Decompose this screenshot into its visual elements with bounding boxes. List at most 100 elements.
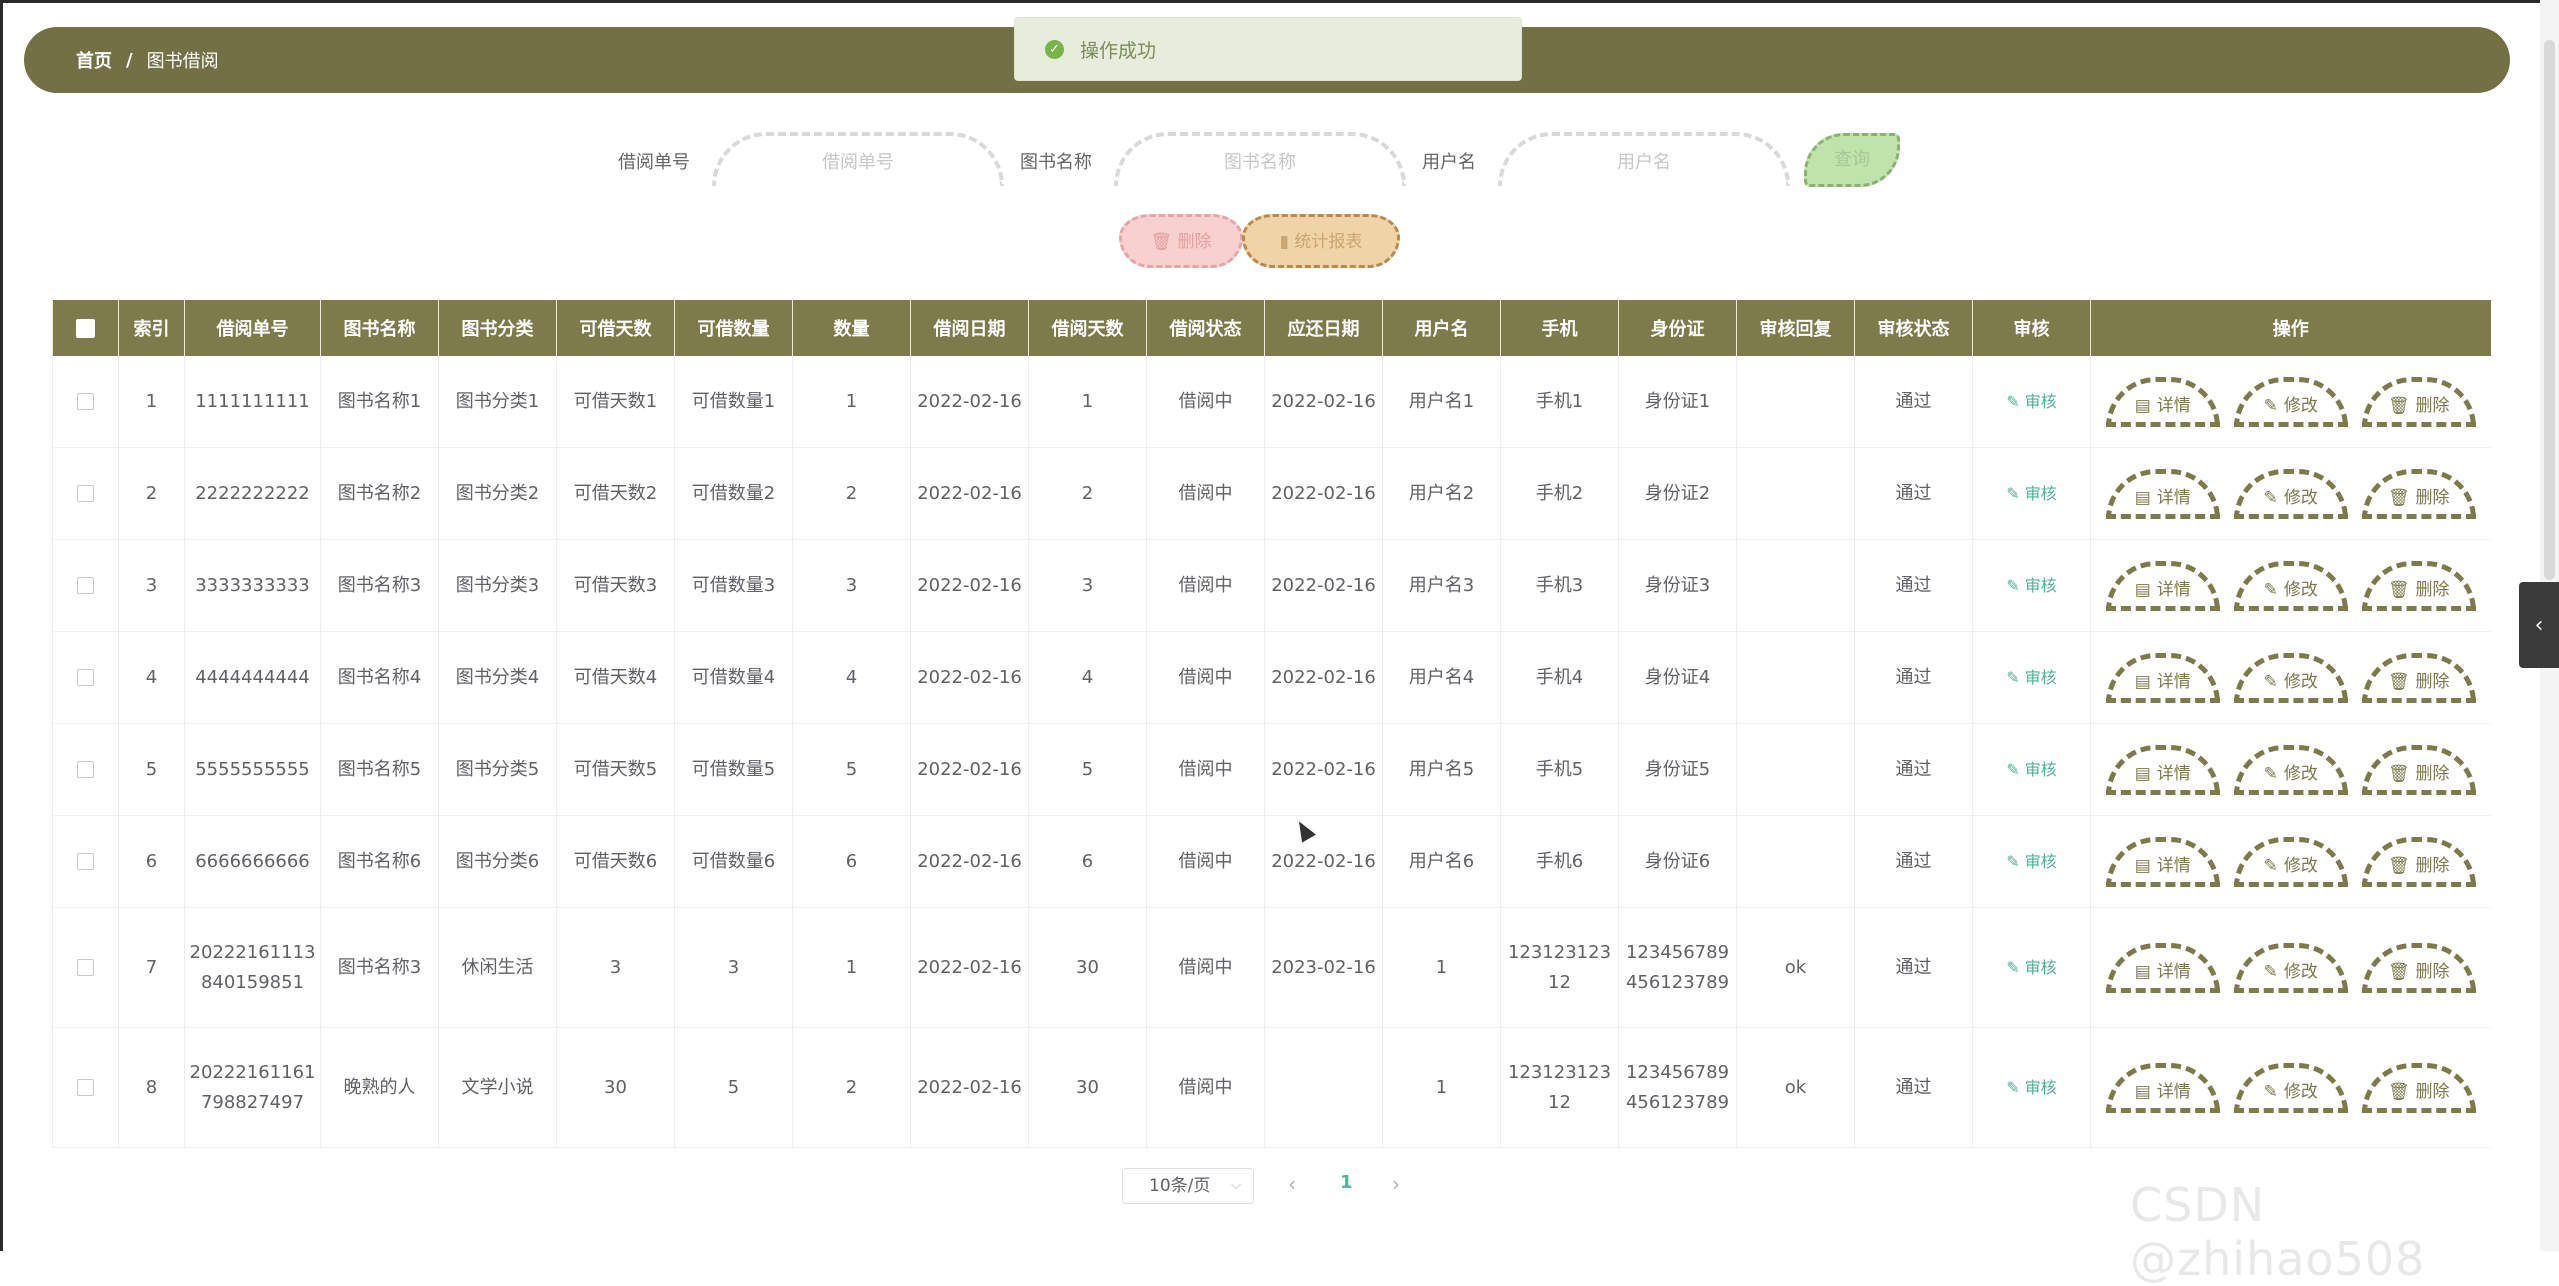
detail-button[interactable]: ▤ 详情: [2105, 744, 2220, 795]
cell-phone: 手机1: [1500, 356, 1619, 448]
borrow-no-input[interactable]: 借阅单号: [712, 132, 1004, 186]
breadcrumb-separator: /: [126, 49, 133, 71]
cell-username: 1: [1382, 907, 1501, 1028]
cell-audit: ✎ 审核: [1972, 356, 2091, 448]
chevron-down-icon: ⌵: [1231, 1178, 1241, 1193]
batch-delete-button[interactable]: 🗑 删除: [1119, 214, 1243, 268]
row-checkbox[interactable]: [77, 853, 94, 870]
cell-status: 借阅中: [1146, 356, 1265, 448]
detail-button-label: 详情: [2156, 855, 2191, 876]
page-size-select[interactable]: 10条/页 ⌵: [1122, 1168, 1254, 1204]
cell-audit-status: 通过: [1854, 723, 1973, 816]
cell-audit: ✎ 审核: [1972, 723, 2091, 816]
delete-button[interactable]: 🗑 删除: [2361, 836, 2476, 887]
cell-id-card: 身份证4: [1618, 631, 1737, 724]
edit-pen-icon: ✎: [2006, 667, 2020, 687]
bar-chart-icon: ▮: [1279, 232, 1289, 252]
breadcrumb-home[interactable]: 首页: [76, 47, 112, 73]
row-checkbox[interactable]: [77, 1079, 94, 1096]
document-icon: ▤: [2134, 487, 2151, 508]
edit-pen-icon: ✎: [2006, 1077, 2020, 1097]
detail-button[interactable]: ▤ 详情: [2105, 560, 2220, 611]
username-input[interactable]: 用户名: [1498, 132, 1790, 186]
audit-link[interactable]: ✎ 审核: [2006, 958, 2057, 977]
row-checkbox[interactable]: [77, 485, 94, 502]
delete-button[interactable]: 🗑 删除: [2361, 1062, 2476, 1113]
document-icon: ▤: [2134, 961, 2151, 982]
delete-button[interactable]: 🗑 删除: [2361, 942, 2476, 993]
edit-button[interactable]: ✎ 修改: [2233, 560, 2348, 611]
cell-category: 文学小说: [438, 1027, 557, 1148]
table-row: 6 6666666666 图书名称6 图书分类6 可借天数6 可借数量6 6 2…: [52, 815, 2491, 908]
row-checkbox[interactable]: [77, 577, 94, 594]
prev-page-icon[interactable]: ‹: [1288, 1172, 1296, 1196]
book-name-input[interactable]: 图书名称: [1114, 132, 1406, 186]
select-all-checkbox[interactable]: [76, 319, 95, 338]
cell-status: 借阅中: [1146, 539, 1265, 632]
edit-button[interactable]: ✎ 修改: [2233, 1062, 2348, 1113]
edit-pen-icon: ✎: [2263, 855, 2278, 876]
delete-button[interactable]: 🗑 删除: [2361, 468, 2476, 519]
edit-button[interactable]: ✎ 修改: [2233, 744, 2348, 795]
scrollbar-thumb[interactable]: [2544, 40, 2555, 580]
edit-button[interactable]: ✎ 修改: [2233, 468, 2348, 519]
edit-button[interactable]: ✎ 修改: [2233, 652, 2348, 703]
book-name-label: 图书名称: [1020, 152, 1092, 173]
edit-pen-icon: ✎: [2263, 671, 2278, 692]
cell-id-card: 身份证6: [1618, 815, 1737, 908]
audit-link[interactable]: ✎ 审核: [2006, 760, 2057, 779]
detail-button[interactable]: ▤ 详情: [2105, 376, 2220, 427]
edit-button[interactable]: ✎ 修改: [2233, 836, 2348, 887]
audit-link[interactable]: ✎ 审核: [2006, 852, 2057, 871]
detail-button[interactable]: ▤ 详情: [2105, 1062, 2220, 1113]
edit-button-label: 修改: [2283, 855, 2318, 876]
cell-due-date: 2022-02-16: [1264, 723, 1383, 816]
document-icon: ▤: [2134, 395, 2151, 416]
row-checkbox[interactable]: [77, 959, 94, 976]
query-button[interactable]: 查询: [1804, 133, 1900, 187]
row-checkbox[interactable]: [77, 393, 94, 410]
audit-link[interactable]: ✎ 审核: [2006, 668, 2057, 687]
row-checkbox[interactable]: [77, 669, 94, 686]
col-header-username: 用户名: [1382, 300, 1501, 356]
delete-button[interactable]: 🗑 删除: [2361, 744, 2476, 795]
audit-link[interactable]: ✎ 审核: [2006, 392, 2057, 411]
detail-button-label: 详情: [2156, 763, 2191, 784]
page-number-current[interactable]: 1: [1340, 1172, 1353, 1193]
edit-button[interactable]: ✎ 修改: [2233, 942, 2348, 993]
col-header-borrow-days: 借阅天数: [1028, 300, 1147, 356]
cell-index: 7: [118, 907, 185, 1028]
cell-book-name: 图书名称3: [320, 539, 439, 632]
next-page-icon[interactable]: ›: [1392, 1172, 1400, 1196]
cell-avail-qty: 可借数量4: [674, 631, 793, 724]
statistics-report-button[interactable]: ▮ 统计报表: [1242, 214, 1400, 268]
row-checkbox[interactable]: [77, 761, 94, 778]
cell-borrow-days: 5: [1028, 723, 1147, 816]
audit-link[interactable]: ✎ 审核: [2006, 1078, 2057, 1097]
cell-borrow-date: 2022-02-16: [910, 356, 1029, 448]
cell-audit: ✎ 审核: [1972, 1027, 2091, 1148]
trash-icon: 🗑: [2387, 579, 2410, 600]
delete-button[interactable]: 🗑 删除: [2361, 376, 2476, 427]
cell-actions: ▤ 详情 ✎ 修改 🗑 删除: [2090, 356, 2491, 448]
detail-button[interactable]: ▤ 详情: [2105, 942, 2220, 993]
edit-pen-icon: ✎: [2006, 957, 2020, 977]
edit-button[interactable]: ✎ 修改: [2233, 376, 2348, 427]
edit-button-label: 修改: [2283, 1081, 2318, 1102]
delete-button[interactable]: 🗑 删除: [2361, 560, 2476, 611]
edit-button-label: 修改: [2283, 395, 2318, 416]
cell-category: 图书分类3: [438, 539, 557, 632]
detail-button[interactable]: ▤ 详情: [2105, 836, 2220, 887]
table-row: 3 3333333333 图书名称3 图书分类3 可借天数3 可借数量3 3 2…: [52, 539, 2491, 632]
cell-book-name: 图书名称1: [320, 356, 439, 448]
detail-button[interactable]: ▤ 详情: [2105, 652, 2220, 703]
cell-index: 5: [118, 723, 185, 816]
col-header-avail-days: 可借天数: [556, 300, 675, 356]
audit-link[interactable]: ✎ 审核: [2006, 576, 2057, 595]
detail-button[interactable]: ▤ 详情: [2105, 468, 2220, 519]
col-header-due-date: 应还日期: [1264, 300, 1383, 356]
audit-link[interactable]: ✎ 审核: [2006, 484, 2057, 503]
cell-avail-days: 3: [556, 907, 675, 1028]
side-panel-toggle[interactable]: ‹: [2519, 582, 2559, 668]
delete-button[interactable]: 🗑 删除: [2361, 652, 2476, 703]
